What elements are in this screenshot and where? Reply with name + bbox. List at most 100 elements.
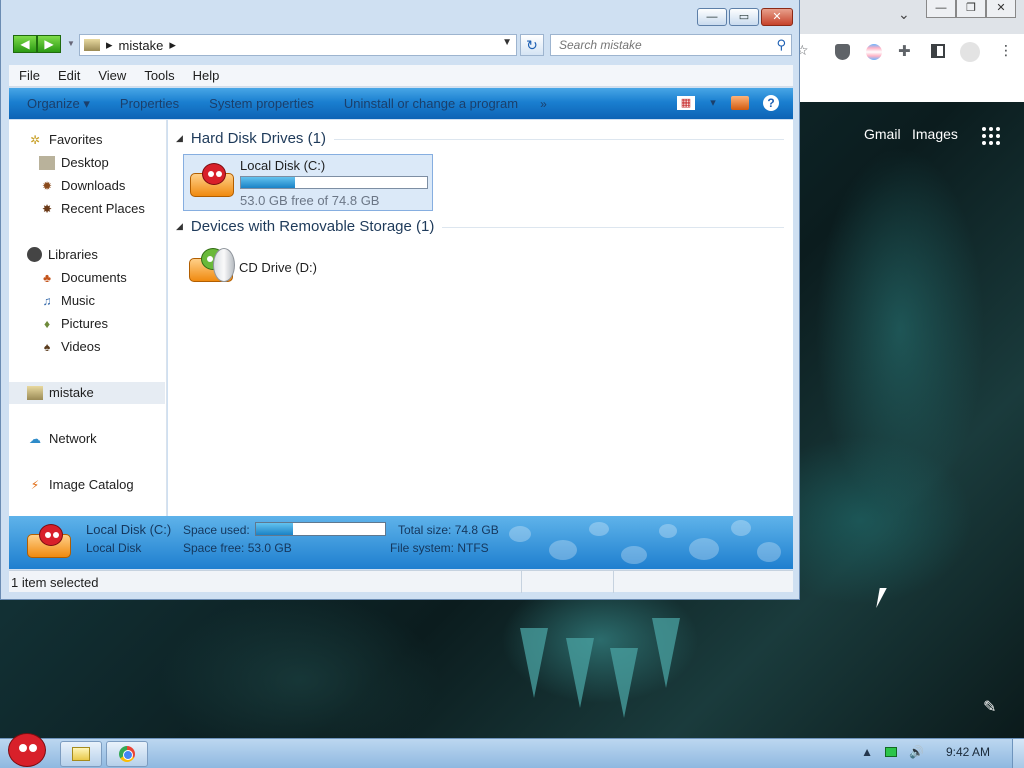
show-desktop-button[interactable]: [1012, 739, 1024, 768]
videos-icon: ♠: [43, 339, 51, 354]
start-button[interactable]: [2, 731, 50, 768]
volume-icon[interactable]: 🔊: [909, 745, 924, 759]
sidebar-item-downloads[interactable]: ✹ Downloads: [39, 178, 125, 193]
gmail-link[interactable]: Gmail: [864, 126, 901, 142]
documents-icon: ♣: [43, 270, 51, 285]
profile-icon[interactable]: [960, 42, 980, 62]
nav-arrows: ◀ ▶: [13, 35, 61, 53]
group-divider: [333, 139, 784, 140]
sidebar-item-desktop[interactable]: Desktop: [39, 155, 109, 170]
tab-dropdown-icon[interactable]: ⌄: [898, 6, 910, 23]
sidebar-item-recent-places[interactable]: ✸ Recent Places: [39, 201, 145, 216]
computer-icon: [27, 385, 43, 400]
clock[interactable]: 9:42 AM: [946, 745, 990, 759]
disk-usage-bar: [240, 176, 428, 189]
search-icon[interactable]: ⚲: [776, 37, 786, 53]
cd-drive-icon: [187, 246, 235, 286]
breadcrumb-separator[interactable]: ▸: [169, 37, 176, 53]
maximize-button[interactable]: ▭: [729, 8, 759, 26]
organize-button[interactable]: Organize ▾: [27, 96, 90, 112]
extension-icon[interactable]: [866, 44, 882, 60]
system-properties-button[interactable]: System properties: [209, 96, 314, 111]
help-icon[interactable]: ?: [763, 95, 779, 111]
group-header-removable-storage[interactable]: ◢ Devices with Removable Storage (1): [176, 218, 784, 235]
refresh-button[interactable]: ↻: [520, 34, 544, 56]
drive-name: Local Disk (C:): [240, 158, 326, 173]
menu-file[interactable]: File: [19, 68, 40, 83]
sidebar-item-favorites[interactable]: ✲ Favorites: [27, 132, 103, 147]
search-input[interactable]: [551, 35, 761, 55]
menu-view[interactable]: View: [98, 68, 126, 83]
details-drive-name: Local Disk (C:): [86, 522, 172, 537]
change-view-icon[interactable]: ▦: [677, 96, 695, 110]
downloads-icon: ✹: [41, 178, 53, 193]
sidebar-item-documents[interactable]: ♣ Documents: [39, 270, 127, 285]
details-file-system: File system: NTFS: [390, 541, 489, 555]
menu-edit[interactable]: Edit: [58, 68, 80, 83]
sidebar-item-videos[interactable]: ♠ Videos: [39, 339, 101, 354]
apps-grid-icon[interactable]: [982, 127, 1000, 145]
taskbar-explorer-button[interactable]: [60, 741, 102, 767]
menu-tools[interactable]: Tools: [144, 68, 174, 83]
folder-icon: [72, 747, 90, 761]
view-dropdown-icon[interactable]: ▾: [709, 96, 717, 110]
sidebar-label: Favorites: [49, 132, 103, 147]
minimize-button[interactable]: —: [697, 8, 727, 26]
back-button[interactable]: ◀: [13, 35, 37, 53]
sidebar-label: Image Catalog: [49, 477, 134, 492]
command-bar: Organize ▾ Properties System properties …: [9, 88, 793, 119]
properties-button[interactable]: Properties: [120, 96, 179, 111]
collapse-triangle-icon[interactable]: ◢: [176, 221, 183, 232]
sidebar-label: Recent Places: [61, 201, 145, 216]
taskbar-chrome-button[interactable]: [106, 741, 148, 767]
browser-titlebar: ⌄ — ❐ ✕: [798, 0, 1024, 34]
sidebar-item-music[interactable]: ♫ Music: [39, 293, 95, 308]
sidebar-item-image-catalog[interactable]: ⚡ Image Catalog: [27, 477, 134, 492]
sidebar-item-network[interactable]: ☁ Network: [27, 431, 97, 446]
details-usage-bar: [255, 522, 386, 536]
desktop-icon: [39, 155, 55, 170]
forward-button[interactable]: ▶: [37, 35, 61, 53]
browser-minimize-button[interactable]: —: [926, 0, 956, 18]
menu-help[interactable]: Help: [193, 68, 220, 83]
recent-places-icon: ✸: [41, 201, 53, 216]
recent-pages-dropdown-icon[interactable]: ▼: [67, 39, 75, 48]
show-hidden-icons-icon[interactable]: ▲: [861, 745, 873, 759]
close-button[interactable]: ✕: [761, 8, 793, 26]
sidebar-item-pictures[interactable]: ♦ Pictures: [39, 316, 108, 331]
details-total-size: Total size: 74.8 GB: [398, 523, 499, 537]
drive-item-cd-drive-d[interactable]: CD Drive (D:): [183, 242, 383, 286]
collapse-triangle-icon[interactable]: ◢: [176, 133, 183, 144]
breadcrumb-mistake[interactable]: mistake: [119, 38, 164, 53]
uninstall-program-button[interactable]: Uninstall or change a program: [344, 96, 518, 111]
status-text: 1 item selected: [11, 575, 99, 590]
explorer-window: — ▭ ✕ ◀ ▶ ▼ ▸ mistake ▸ ▼ ↻ ⚲ File Edit …: [0, 0, 800, 600]
network-tray-icon[interactable]: [885, 747, 898, 757]
ublock-icon[interactable]: [835, 44, 850, 60]
images-link[interactable]: Images: [912, 126, 958, 142]
wallpaper-fang: [520, 628, 548, 698]
browser-window: ⌄ — ❐ ✕: [798, 0, 1024, 102]
sidebar-item-libraries[interactable]: Libraries: [27, 247, 98, 262]
sidebar-label: Pictures: [61, 316, 108, 331]
menu-icon[interactable]: ⋮: [999, 42, 1013, 59]
wallpaper-fang: [652, 618, 680, 688]
address-dropdown-icon[interactable]: ▼: [502, 37, 512, 48]
sidebar-icon[interactable]: [931, 44, 945, 58]
sidebar-label: Music: [61, 293, 95, 308]
sidebar-label: Network: [49, 431, 97, 446]
preview-pane-icon[interactable]: [731, 96, 749, 110]
more-commands-button[interactable]: »: [540, 97, 547, 111]
drive-item-local-disk-c[interactable]: Local Disk (C:) 53.0 GB free of 74.8 GB: [183, 154, 433, 211]
browser-close-button[interactable]: ✕: [986, 0, 1016, 18]
group-header-hard-disk-drives[interactable]: ◢ Hard Disk Drives (1): [176, 130, 784, 147]
status-bar: 1 item selected: [9, 570, 793, 593]
sidebar-label: Desktop: [61, 155, 109, 170]
breadcrumb-separator[interactable]: ▸: [106, 37, 113, 53]
browser-restore-button[interactable]: ❐: [956, 0, 986, 18]
puzzle-icon[interactable]: ✚: [898, 42, 911, 60]
drive-free-space: 53.0 GB free of 74.8 GB: [240, 193, 380, 208]
address-bar[interactable]: ▸ mistake ▸ ▼: [79, 34, 517, 56]
sidebar-item-computer[interactable]: mistake: [27, 385, 94, 400]
pencil-icon[interactable]: ✎: [983, 697, 996, 717]
